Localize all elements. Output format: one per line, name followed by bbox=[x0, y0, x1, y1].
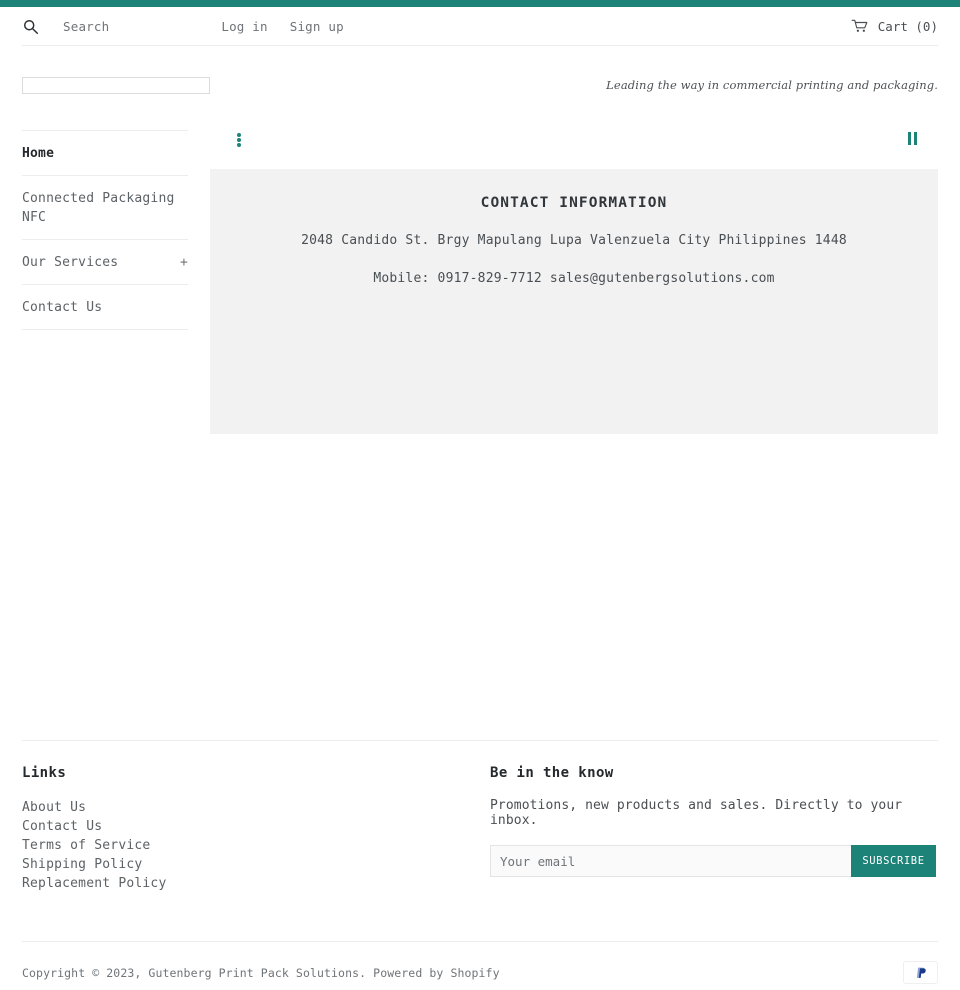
account-links: Log in Sign up bbox=[221, 19, 343, 34]
payment-icons bbox=[903, 961, 938, 984]
slide-dots-icon[interactable] bbox=[234, 132, 244, 148]
shopping-cart-icon bbox=[851, 19, 869, 33]
sidebar-item-label: Contact Us bbox=[22, 300, 103, 315]
site-logo[interactable] bbox=[22, 76, 210, 94]
page-body: Home Connected Packaging NFC Our Service… bbox=[0, 124, 960, 434]
hero-heading: CONTACT INFORMATION bbox=[480, 195, 668, 211]
search-area[interactable]: Search bbox=[22, 18, 109, 35]
footer-columns: Links About Us Contact Us Terms of Servi… bbox=[22, 741, 938, 893]
cart-count-label: Cart (0) bbox=[877, 18, 938, 34]
sidebar-item-label: Home bbox=[22, 146, 55, 161]
sidebar-item-label: Connected Packaging NFC bbox=[22, 191, 175, 225]
sidebar-item-contact-us[interactable]: Contact Us bbox=[22, 285, 188, 329]
footer-link-contact-us[interactable]: Contact Us bbox=[22, 817, 490, 836]
paypal-icon bbox=[903, 961, 938, 984]
sidebar-item-connected-packaging-nfc[interactable]: Connected Packaging NFC bbox=[22, 176, 188, 239]
footer-links-column: Links About Us Contact Us Terms of Servi… bbox=[22, 765, 490, 893]
copyright-text: Copyright © 2023, Gutenberg Print Pack S… bbox=[22, 965, 500, 980]
sidebar-item-home[interactable]: Home bbox=[22, 131, 188, 175]
search-icon[interactable] bbox=[22, 18, 39, 35]
copyright-row: Copyright © 2023, Gutenberg Print Pack S… bbox=[22, 942, 938, 984]
cart-link[interactable]: Cart (0) bbox=[851, 19, 938, 34]
footer-link-about-us[interactable]: About Us bbox=[22, 798, 490, 817]
nav-divider bbox=[22, 329, 188, 330]
newsletter-title: Be in the know bbox=[490, 765, 614, 781]
sidebar-navigation: Home Connected Packaging NFC Our Service… bbox=[22, 124, 188, 330]
sidebar-item-our-services[interactable]: Our Services + bbox=[22, 240, 188, 284]
search-input-label[interactable]: Search bbox=[63, 19, 109, 34]
pause-icon[interactable] bbox=[908, 132, 920, 145]
subscribe-button[interactable]: SUBSCRIBE bbox=[851, 845, 936, 877]
newsletter-form: SUBSCRIBE bbox=[490, 845, 936, 877]
footer-link-terms-of-service[interactable]: Terms of Service bbox=[22, 836, 490, 855]
sidebar-expander-plus-icon[interactable]: + bbox=[172, 253, 188, 272]
site-tagline: Leading the way in commercial printing a… bbox=[606, 78, 938, 92]
newsletter-column: Be in the know Promotions, new products … bbox=[490, 765, 938, 893]
slideshow-controls bbox=[210, 124, 938, 169]
footer-link-replacement-policy[interactable]: Replacement Policy bbox=[22, 874, 490, 893]
utility-bar: Search Log in Sign up Cart (0) bbox=[0, 7, 960, 45]
email-field[interactable] bbox=[490, 845, 851, 877]
signup-link[interactable]: Sign up bbox=[290, 19, 344, 34]
top-accent-bar bbox=[0, 0, 960, 7]
footer-links-list: About Us Contact Us Terms of Service Shi… bbox=[22, 798, 490, 893]
footer-links-title: Links bbox=[22, 765, 67, 781]
login-link[interactable]: Log in bbox=[221, 19, 267, 34]
masthead: Leading the way in commercial printing a… bbox=[0, 46, 960, 124]
hero-slide: CONTACT INFORMATION 2048 Candido St. Brg… bbox=[210, 169, 938, 434]
hero-address: 2048 Candido St. Brgy Mapulang Lupa Vale… bbox=[301, 233, 847, 248]
hero-contact: Mobile: 0917-829-7712 sales@gutenbergsol… bbox=[373, 271, 775, 286]
site-footer: Links About Us Contact Us Terms of Servi… bbox=[0, 740, 960, 984]
footer-link-shipping-policy[interactable]: Shipping Policy bbox=[22, 855, 490, 874]
sidebar-item-label: Our Services bbox=[22, 255, 119, 270]
newsletter-description: Promotions, new products and sales. Dire… bbox=[490, 798, 903, 828]
main-content: CONTACT INFORMATION 2048 Candido St. Brg… bbox=[210, 124, 938, 434]
